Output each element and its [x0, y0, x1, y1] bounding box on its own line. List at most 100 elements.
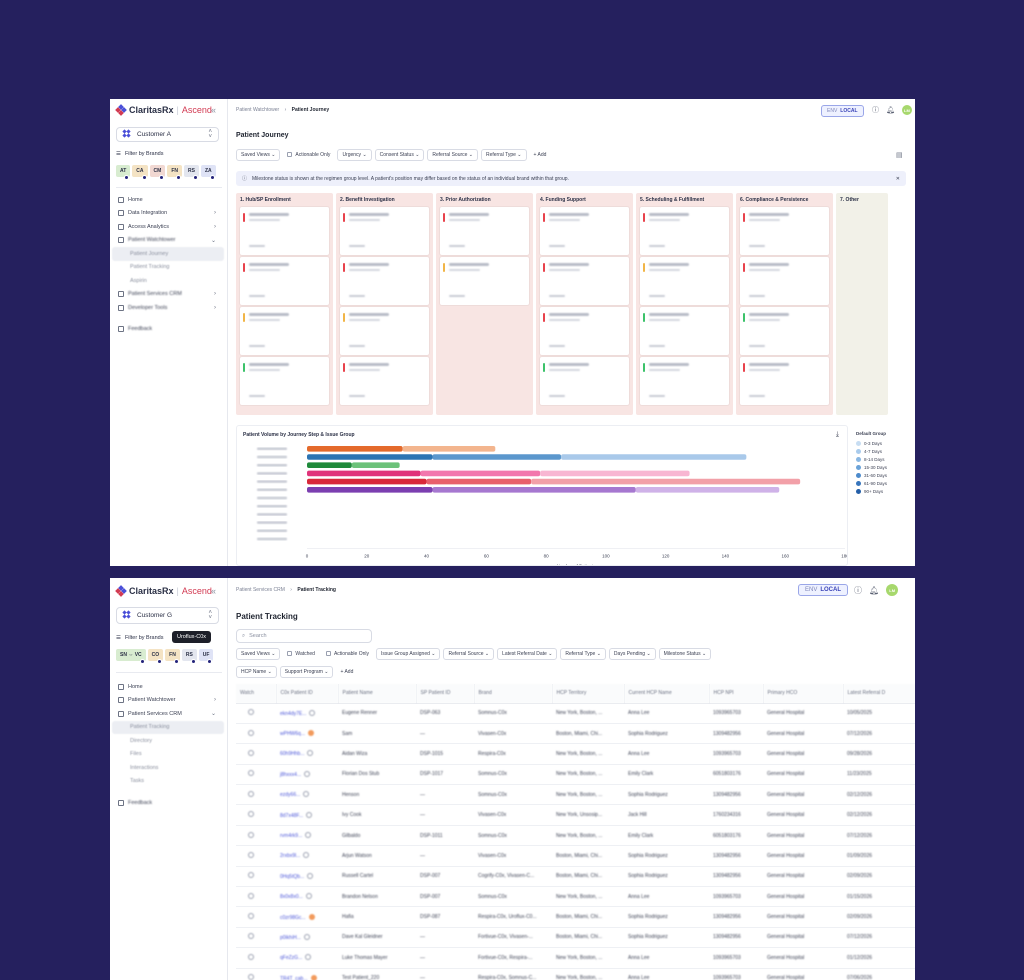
table-settings-icon[interactable]: ▤	[896, 151, 903, 159]
patient-card[interactable]	[740, 257, 829, 305]
watch-toggle[interactable]	[248, 851, 254, 858]
patient-card[interactable]	[740, 357, 829, 405]
sidebar-item[interactable]: Tasks	[112, 775, 224, 789]
watch-toggle[interactable]	[248, 709, 254, 716]
filter-button[interactable]: Milestone Status ⌄	[658, 648, 712, 660]
legend-item[interactable]: 15-30 Days	[856, 463, 906, 471]
patient-card[interactable]	[240, 357, 329, 405]
legend-item[interactable]: 31-60 Days	[856, 471, 906, 479]
brand-chip[interactable]: CA	[132, 165, 148, 180]
sidebar-item[interactable]: Aspirin	[112, 274, 224, 288]
patient-card[interactable]	[340, 207, 429, 255]
brand-chip[interactable]: SN ⇔ VC	[116, 649, 146, 664]
patient-id-link[interactable]: ekn4dy7E...	[276, 703, 338, 724]
patient-id-link[interactable]: wPHW6q...	[276, 723, 338, 745]
patient-card[interactable]	[240, 207, 329, 255]
patient-id-link[interactable]: 8x0x8x0...	[276, 886, 338, 908]
watch-toggle[interactable]	[248, 790, 254, 797]
sidebar-item[interactable]: Interactions	[112, 761, 224, 775]
customer-selector[interactable]: Customer A ˄ ˅	[116, 127, 219, 142]
patient-card[interactable]	[440, 207, 529, 255]
patient-id-link[interactable]: j8hxxx4...	[276, 764, 338, 786]
brand-chip[interactable]: RS	[183, 165, 199, 180]
checkbox[interactable]	[287, 152, 293, 157]
patient-card[interactable]	[340, 307, 429, 355]
legend-item[interactable]: 8-14 Days	[856, 455, 906, 463]
watch-toggle[interactable]	[248, 974, 254, 980]
filter-button[interactable]: Urgency ⌄	[337, 149, 372, 161]
sidebar-item[interactable]: Patient Services CRM ›	[112, 288, 224, 302]
column-header[interactable]: Primary HCO	[763, 684, 844, 704]
filter-button[interactable]: Saved Views ⌄	[236, 149, 281, 161]
filter-button[interactable]: Latest Referral Date ⌄	[497, 648, 558, 660]
sidebar-item[interactable]: Patient Watchtower ⌄	[112, 234, 224, 248]
patient-card[interactable]	[240, 257, 329, 305]
brand-chip[interactable]: CM	[149, 165, 166, 180]
brand-chip[interactable]: CO	[147, 649, 164, 664]
sidebar-item[interactable]: Files	[112, 748, 224, 762]
column-header[interactable]: Latest Referral D	[843, 684, 915, 704]
watch-toggle[interactable]	[248, 811, 254, 818]
watch-toggle[interactable]	[248, 831, 254, 838]
patient-id-link[interactable]: TR4T_cab...	[276, 968, 338, 980]
patient-id-link[interactable]: ezdy66...	[276, 784, 338, 806]
patient-id-link[interactable]: 2rxbx9l...	[276, 845, 338, 867]
patient-card[interactable]	[440, 257, 529, 305]
avatar[interactable]: LM	[901, 105, 912, 115]
sidebar-item[interactable]: Home	[112, 193, 224, 207]
patient-id-link[interactable]: p0ikhiH...	[276, 927, 338, 949]
search-input[interactable]: ⌕ Search	[236, 629, 372, 643]
table-row[interactable]: wPHW6q... Sam — Vivasen-C0x Boston, Miami, C…	[236, 723, 915, 745]
patient-card[interactable]	[540, 257, 629, 305]
filter-button[interactable]: Consent Status ⌄	[374, 149, 425, 161]
brand-chip[interactable]: FN	[167, 165, 182, 180]
table-row[interactable]: qFeZzG... Luke Thomas Mayer — Fortivue-C0x,…	[236, 947, 915, 969]
column-header[interactable]: HCP NPI	[709, 684, 764, 704]
checkbox[interactable]	[325, 651, 331, 656]
watch-toggle[interactable]	[248, 913, 254, 920]
table-row[interactable]: ekn4dy7E... Eugene Renner DSP-063 Somnus-C0…	[236, 703, 915, 724]
filter-button[interactable]: Referral Type ⌄	[560, 648, 606, 660]
patient-card[interactable]	[340, 357, 429, 405]
filter-button[interactable]: Saved Views ⌄	[236, 648, 281, 660]
filter-button[interactable]: Referral Source ⌄	[427, 149, 478, 161]
brand-chip[interactable]: AT	[116, 165, 131, 180]
watch-toggle[interactable]	[248, 933, 254, 940]
sidebar-item[interactable]: Home	[112, 680, 224, 694]
brand-chip[interactable]: UF	[198, 649, 214, 664]
filter-button[interactable]: Referral Type ⌄	[481, 149, 527, 161]
sidebar-item[interactable]: Directory	[112, 734, 224, 748]
patient-id-link[interactable]: c0zr98Gc...	[276, 906, 338, 928]
patient-card[interactable]	[540, 207, 629, 255]
filter-button[interactable]: Support Program ⌄	[279, 666, 334, 678]
table-row[interactable]: c0zr98Gc... Hafia DSP-087 Respira-C0x, Urof…	[236, 906, 915, 928]
avatar[interactable]: LM	[886, 584, 899, 596]
brand-chip[interactable]: RS	[181, 649, 197, 664]
patient-card[interactable]	[640, 307, 729, 355]
watch-toggle[interactable]	[248, 953, 254, 960]
sidebar-item[interactable]: Data Integration ›	[112, 207, 224, 221]
table-row[interactable]: 8d7x48F... Ivy Cook — Vivasen-C0x New York, …	[236, 804, 915, 826]
patient-card[interactable]	[640, 357, 729, 405]
filter-button[interactable]: Actionable Only	[283, 150, 335, 160]
filter-button[interactable]: Watched	[283, 649, 319, 659]
bell-icon[interactable]: 🔔︎	[886, 106, 895, 114]
legend-item[interactable]: 61-90 Days	[856, 479, 906, 487]
patient-id-link[interactable]: qFeZzG...	[276, 947, 338, 969]
collapse-sidebar-icon[interactable]: «	[211, 586, 216, 596]
table-row[interactable]: j8hxxx4... Florian Dos Stub DSP-1017 Somnus…	[236, 764, 915, 786]
filter-button[interactable]: Actionable Only	[321, 649, 373, 659]
sidebar-item[interactable]: Feedback	[112, 323, 224, 337]
table-row[interactable]: TR4T_cab... Test Patient_220— Respira-C0x,…	[236, 968, 915, 980]
filter-button[interactable]: Days Pending ⌄	[608, 648, 656, 660]
sidebar-item[interactable]: Patient Tracking	[112, 261, 224, 275]
patient-id-link[interactable]: 0Hq5tQb...	[276, 866, 338, 888]
filter-button[interactable]: HCP Name ⌄	[236, 666, 277, 678]
patient-id-link[interactable]: rvm4rk9...	[276, 825, 338, 847]
column-header[interactable]: SP Patient ID	[416, 684, 475, 704]
sidebar-item[interactable]: Patient Services CRM ⌄	[112, 707, 224, 721]
sidebar-item[interactable]: Feedback	[112, 796, 224, 810]
table-row[interactable]: p0ikhiH... Dave Kal Gleidner — Fortivue-C0x…	[236, 927, 915, 949]
table-row[interactable]: 2rxbx9l... Arjun Watson — Vivasen-C0x Boston…	[236, 845, 915, 867]
sidebar-item[interactable]: Developer Tools ›	[112, 301, 224, 315]
